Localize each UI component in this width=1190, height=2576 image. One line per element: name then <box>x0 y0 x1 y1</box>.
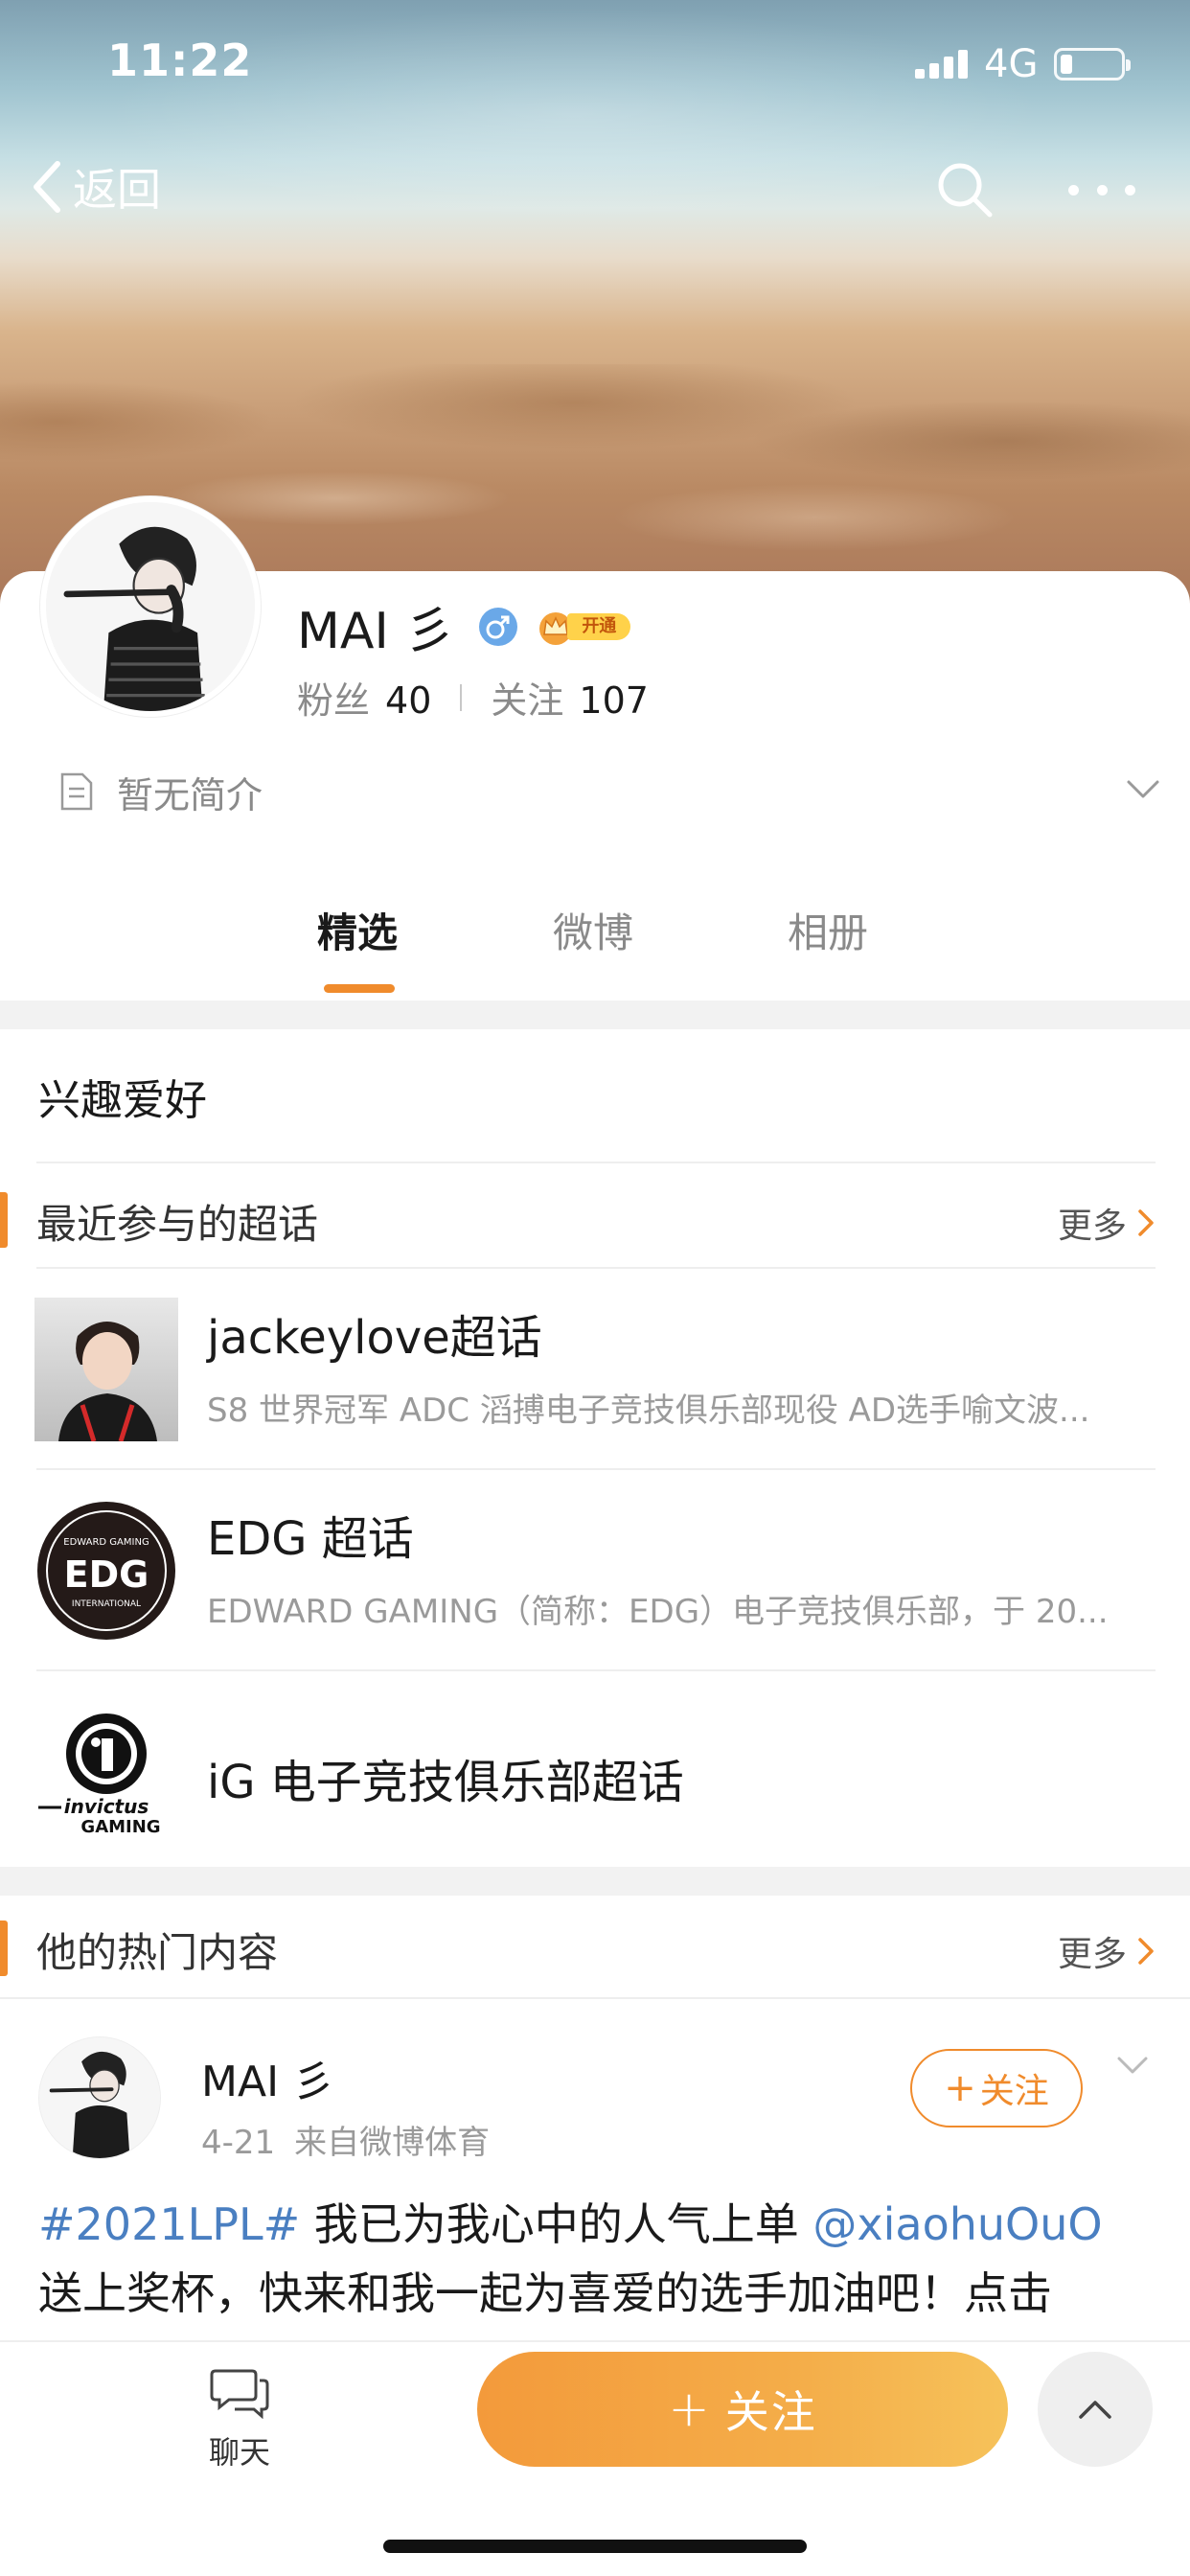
post-follow-label: 关注 <box>979 2072 1049 2111</box>
topics-header: 最近参与的超话 更多 <box>0 1171 1190 1267</box>
edg-logo-bottom-text: INTERNATIONAL <box>72 1599 141 1609</box>
post-author-avatar[interactable] <box>38 2036 161 2159</box>
chevron-right-icon <box>1138 1209 1154 1236</box>
avatar-illustration <box>46 502 255 711</box>
ig-logo-text-2: GAMING <box>80 1817 160 1837</box>
back-label: 返回 <box>73 164 161 216</box>
following-stat[interactable]: 关注 107 <box>491 671 649 724</box>
stats-row: 粉丝 40 关注 107 <box>297 671 649 724</box>
post-meta: 4-21 来自微博体育 <box>201 2116 490 2163</box>
hot-content-more-link[interactable]: 更多 <box>1058 1926 1156 1976</box>
chevron-left-icon <box>34 161 60 213</box>
status-time: 11:22 <box>107 34 253 86</box>
topics-header-title: 最近参与的超话 <box>36 1201 319 1248</box>
divider <box>36 1162 1156 1163</box>
vip-badge[interactable]: 开通 <box>535 610 631 645</box>
chevron-right-icon <box>1138 1938 1154 1965</box>
profile-avatar[interactable] <box>40 496 261 717</box>
post-hashtag[interactable]: #2021LPL# <box>38 2198 300 2250</box>
chevron-down-icon[interactable] <box>1125 776 1161 803</box>
male-icon <box>479 607 518 646</box>
hot-content-header: 他的热门内容 更多 <box>0 1899 1190 1995</box>
document-icon <box>60 772 93 811</box>
header-accent-bar <box>0 1920 8 1976</box>
dot-icon <box>1068 184 1079 196</box>
dot-icon <box>1096 184 1108 196</box>
vip-open-label: 开通 <box>567 612 631 640</box>
fans-count: 40 <box>385 679 432 722</box>
topic-item-jackeylove[interactable]: jackeylove超话 S8 世界冠军 ADC 滔搏电子竞技俱乐部现役 AD选… <box>0 1269 1190 1468</box>
profile-tabs: 精选 微博 相册 <box>0 901 1190 997</box>
tab-album[interactable]: 相册 <box>788 901 868 959</box>
home-indicator[interactable] <box>383 2540 807 2553</box>
post-date: 4-21 <box>201 2124 276 2162</box>
topic-item-ig[interactable]: invictus GAMING iG 电子竞技俱乐部超话 <box>0 1671 1190 1871</box>
plus-icon: + <box>668 2380 712 2438</box>
edg-logo-main-text: EDG <box>64 1553 149 1596</box>
network-type: 4G <box>984 42 1039 86</box>
more-label: 更多 <box>1057 1207 1127 1246</box>
chevron-up-icon <box>1079 2401 1111 2419</box>
dot-icon <box>1125 184 1135 196</box>
topic-title: EDG 超话 <box>207 1512 414 1566</box>
post-author-name[interactable]: MAI 彡 <box>201 2047 334 2108</box>
plus-icon: + <box>944 2066 976 2110</box>
status-bar: 11:22 4G <box>0 0 1190 125</box>
section-gap <box>0 1000 1190 1029</box>
post-mention[interactable]: @xiaohuOuO <box>812 2198 1102 2250</box>
topic-desc: S8 世界冠军 ADC 滔搏电子竞技俱乐部现役 AD选手喻文波... <box>207 1392 1090 1430</box>
edg-logo-top-text: EDWARD GAMING <box>63 1537 149 1548</box>
intro-row[interactable]: 暂无简介 <box>59 763 1161 820</box>
chat-label: 聊天 <box>208 2434 270 2471</box>
search-button[interactable] <box>934 159 995 220</box>
ig-logo: invictus GAMING <box>34 1700 178 1844</box>
fans-stat[interactable]: 粉丝 40 <box>297 671 431 724</box>
battery-icon <box>1054 48 1131 80</box>
top-nav: 返回 <box>0 144 1190 230</box>
avatar-illustration <box>39 2037 160 2158</box>
stat-divider <box>460 683 463 711</box>
user-name: MAI 彡 <box>297 603 455 660</box>
chevron-down-icon[interactable] <box>1115 2054 1150 2079</box>
post-text: #2021LPL# 我已为我心中的人气上单 @xiaohuOuO 送上奖杯，快来… <box>38 2190 1159 2328</box>
user-name-row: MAI 彡 开通 <box>297 590 631 662</box>
interests-title: 兴趣爱好 <box>38 1076 207 1125</box>
tab-featured[interactable]: 精选 <box>317 901 398 959</box>
post-text-part2: 送上奖杯，快来和我一起为喜爱的选手加油吧！点击 <box>38 2267 1052 2319</box>
signal-icon <box>915 50 969 79</box>
bottom-action-bar: 聊天 + 关注 <box>0 2340 1190 2576</box>
topics-more-link[interactable]: 更多 <box>1058 1198 1156 1248</box>
following-count: 107 <box>579 679 649 722</box>
follow-button[interactable]: + 关注 <box>477 2352 1008 2467</box>
more-label: 更多 <box>1057 1935 1127 1974</box>
chat-button[interactable]: 聊天 <box>182 2367 297 2482</box>
topic-thumbnail <box>34 1298 178 1441</box>
topic-desc: EDWARD GAMING（简称：EDG）电子竞技俱乐部，于 20... <box>207 1593 1109 1631</box>
back-button[interactable]: 返回 <box>29 153 161 220</box>
fans-label: 粉丝 <box>297 679 371 722</box>
chat-icon <box>210 2369 269 2420</box>
topic-title: iG 电子竞技俱乐部超话 <box>207 1756 684 1809</box>
following-label: 关注 <box>491 679 564 722</box>
search-icon <box>938 163 993 218</box>
post-text-part1: 我已为我心中的人气上单 <box>300 2198 813 2250</box>
intro-text: 暂无简介 <box>117 773 263 816</box>
hot-content-title: 他的热门内容 <box>36 1929 279 1976</box>
edg-logo: EDWARD GAMING EDG INTERNATIONAL <box>34 1499 178 1643</box>
scroll-to-top-button[interactable] <box>1038 2352 1153 2467</box>
header-accent-bar <box>0 1192 8 1248</box>
post-follow-button[interactable]: + 关注 <box>910 2049 1083 2128</box>
follow-label: 关注 <box>724 2386 817 2438</box>
post-source: 来自微博体育 <box>294 2124 491 2162</box>
ig-logo-text: invictus <box>64 1795 149 1818</box>
topic-item-edg[interactable]: EDWARD GAMING EDG INTERNATIONAL EDG 超话 E… <box>0 1470 1190 1669</box>
active-tab-indicator <box>324 984 395 993</box>
topic-title: jackeylove超话 <box>207 1311 542 1365</box>
more-options-button[interactable] <box>1068 171 1135 209</box>
divider <box>0 1997 1190 1999</box>
tab-weibo[interactable]: 微博 <box>553 901 633 959</box>
section-gap <box>0 1867 1190 1896</box>
